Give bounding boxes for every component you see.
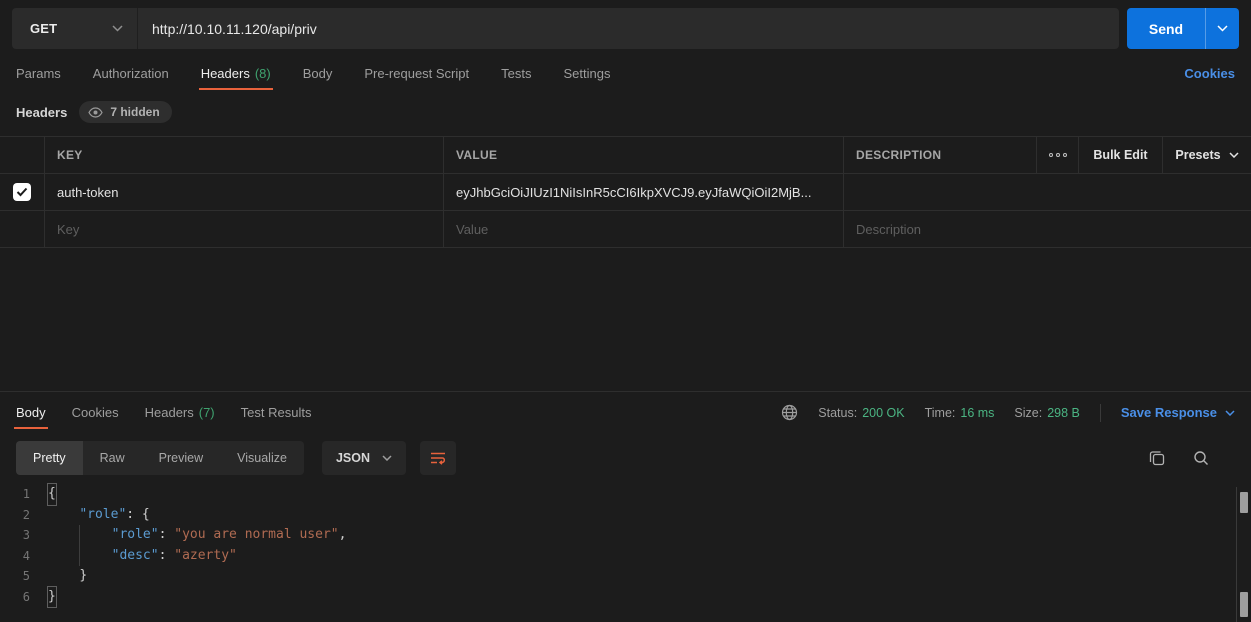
response-toolbar: Pretty Raw Preview Visualize JSON: [16, 441, 1235, 475]
response-tabs: Body Cookies Headers (7) Test Results St…: [0, 392, 1251, 433]
wrap-line-icon: [429, 450, 447, 466]
view-mode-switcher: Pretty Raw Preview Visualize: [16, 441, 304, 475]
table-row-empty: Key Value Description: [0, 211, 1251, 248]
headers-section-header: Headers 7 hidden: [0, 95, 1251, 129]
copy-icon[interactable]: [1149, 450, 1165, 466]
vertical-scrollbar[interactable]: [1236, 487, 1251, 622]
view-tab-preview[interactable]: Preview: [142, 441, 220, 475]
size-badge: Size: 298 B: [1014, 406, 1079, 420]
new-description-input[interactable]: Description: [856, 222, 931, 237]
table-row: auth-token eyJhbGciOiJIUzI1NiIsInR5cCI6I…: [0, 174, 1251, 211]
response-tab-cookies[interactable]: Cookies: [72, 392, 119, 433]
response-body-editor[interactable]: 1 { 2 "role": { 3 "role": "you are norma…: [0, 484, 1251, 607]
divider: [1100, 404, 1101, 422]
format-select[interactable]: JSON: [322, 441, 406, 475]
code-line: 2 "role": {: [0, 505, 1251, 526]
line-number: 5: [0, 566, 48, 587]
tab-params[interactable]: Params: [16, 51, 61, 95]
code-line: 5 }: [0, 566, 1251, 587]
row-checkbox-checked[interactable]: [13, 183, 31, 201]
chevron-down-icon: [382, 455, 392, 461]
code-line: 3 "role": "you are normal user",: [0, 525, 1251, 546]
headers-count: (8): [255, 66, 271, 81]
line-number: 6: [0, 587, 48, 608]
save-response-button[interactable]: Save Response: [1121, 405, 1235, 420]
chevron-down-icon: [1217, 25, 1228, 32]
new-key-input[interactable]: Key: [57, 222, 89, 237]
chevron-down-icon: [112, 25, 123, 32]
response-tab-headers[interactable]: Headers (7): [145, 392, 215, 433]
response-tab-test-results[interactable]: Test Results: [241, 392, 312, 433]
new-value-input[interactable]: Value: [456, 222, 498, 237]
tab-headers[interactable]: Headers (8): [201, 51, 271, 95]
code-line: 4 "desc": "azerty": [0, 546, 1251, 567]
table-header-row: KEY VALUE DESCRIPTION Bulk Edit Presets: [0, 137, 1251, 174]
presets-button[interactable]: Presets: [1175, 148, 1238, 162]
column-value: VALUE: [456, 148, 497, 162]
url-bar: GET http://10.10.11.120/api/priv: [12, 8, 1119, 49]
chevron-down-icon: [1225, 410, 1235, 416]
response-meta: Status: 200 OK Time: 16 ms Size: 298 B S…: [781, 392, 1235, 433]
headers-section-title: Headers: [16, 105, 67, 120]
tab-pre-request-script[interactable]: Pre-request Script: [364, 51, 469, 95]
view-tab-raw[interactable]: Raw: [83, 441, 142, 475]
tab-settings[interactable]: Settings: [563, 51, 610, 95]
response-tab-body[interactable]: Body: [16, 392, 46, 433]
more-options-icon[interactable]: [1049, 153, 1067, 157]
send-button-group: Send: [1127, 8, 1239, 49]
send-options-button[interactable]: [1206, 8, 1239, 49]
response-headers-count: (7): [199, 405, 215, 420]
eye-icon: [88, 107, 103, 118]
line-number: 3: [0, 525, 48, 546]
search-icon[interactable]: [1193, 450, 1209, 466]
scrollbar-thumb[interactable]: [1240, 592, 1248, 617]
cookies-link[interactable]: Cookies: [1184, 66, 1235, 81]
time-badge: Time: 16 ms: [925, 406, 995, 420]
line-number: 2: [0, 505, 48, 526]
bulk-edit-button[interactable]: Bulk Edit: [1093, 148, 1147, 162]
response-pane: Body Cookies Headers (7) Test Results St…: [0, 391, 1251, 622]
view-tab-visualize[interactable]: Visualize: [220, 441, 304, 475]
method-label: GET: [30, 21, 57, 36]
chevron-down-icon: [1229, 152, 1239, 158]
status-badge: Status: 200 OK: [818, 406, 904, 420]
line-number: 4: [0, 546, 48, 567]
view-tab-pretty[interactable]: Pretty: [16, 441, 83, 475]
wrap-line-toggle[interactable]: [420, 441, 456, 475]
code-line: 6 }: [0, 587, 1251, 608]
column-description: DESCRIPTION: [856, 148, 941, 162]
select-all-column: [0, 137, 44, 173]
url-row: GET http://10.10.11.120/api/priv Send: [12, 8, 1239, 49]
headers-table: KEY VALUE DESCRIPTION Bulk Edit Presets: [0, 136, 1251, 248]
hidden-headers-badge[interactable]: 7 hidden: [79, 101, 171, 123]
response-actions: [1149, 450, 1209, 466]
send-button[interactable]: Send: [1127, 8, 1206, 49]
globe-icon[interactable]: [781, 404, 798, 421]
request-tabs: Params Authorization Headers (8) Body Pr…: [0, 51, 1251, 95]
tab-body[interactable]: Body: [303, 51, 333, 95]
url-input[interactable]: http://10.10.11.120/api/priv: [138, 8, 1119, 49]
column-key: KEY: [57, 148, 83, 162]
tab-tests[interactable]: Tests: [501, 51, 531, 95]
tab-authorization[interactable]: Authorization: [93, 51, 169, 95]
line-number: 1: [0, 484, 48, 505]
method-select[interactable]: GET: [12, 8, 138, 49]
scrollbar-thumb[interactable]: [1240, 492, 1248, 513]
header-value-input[interactable]: eyJhbGciOiJIUzI1NiIsInR5cCI6IkpXVCJ9.eyJ…: [456, 185, 821, 200]
code-line: 1 {: [0, 484, 1251, 505]
header-key-input[interactable]: auth-token: [57, 185, 128, 200]
request-pane: GET http://10.10.11.120/api/priv Send Pa…: [0, 8, 1251, 391]
